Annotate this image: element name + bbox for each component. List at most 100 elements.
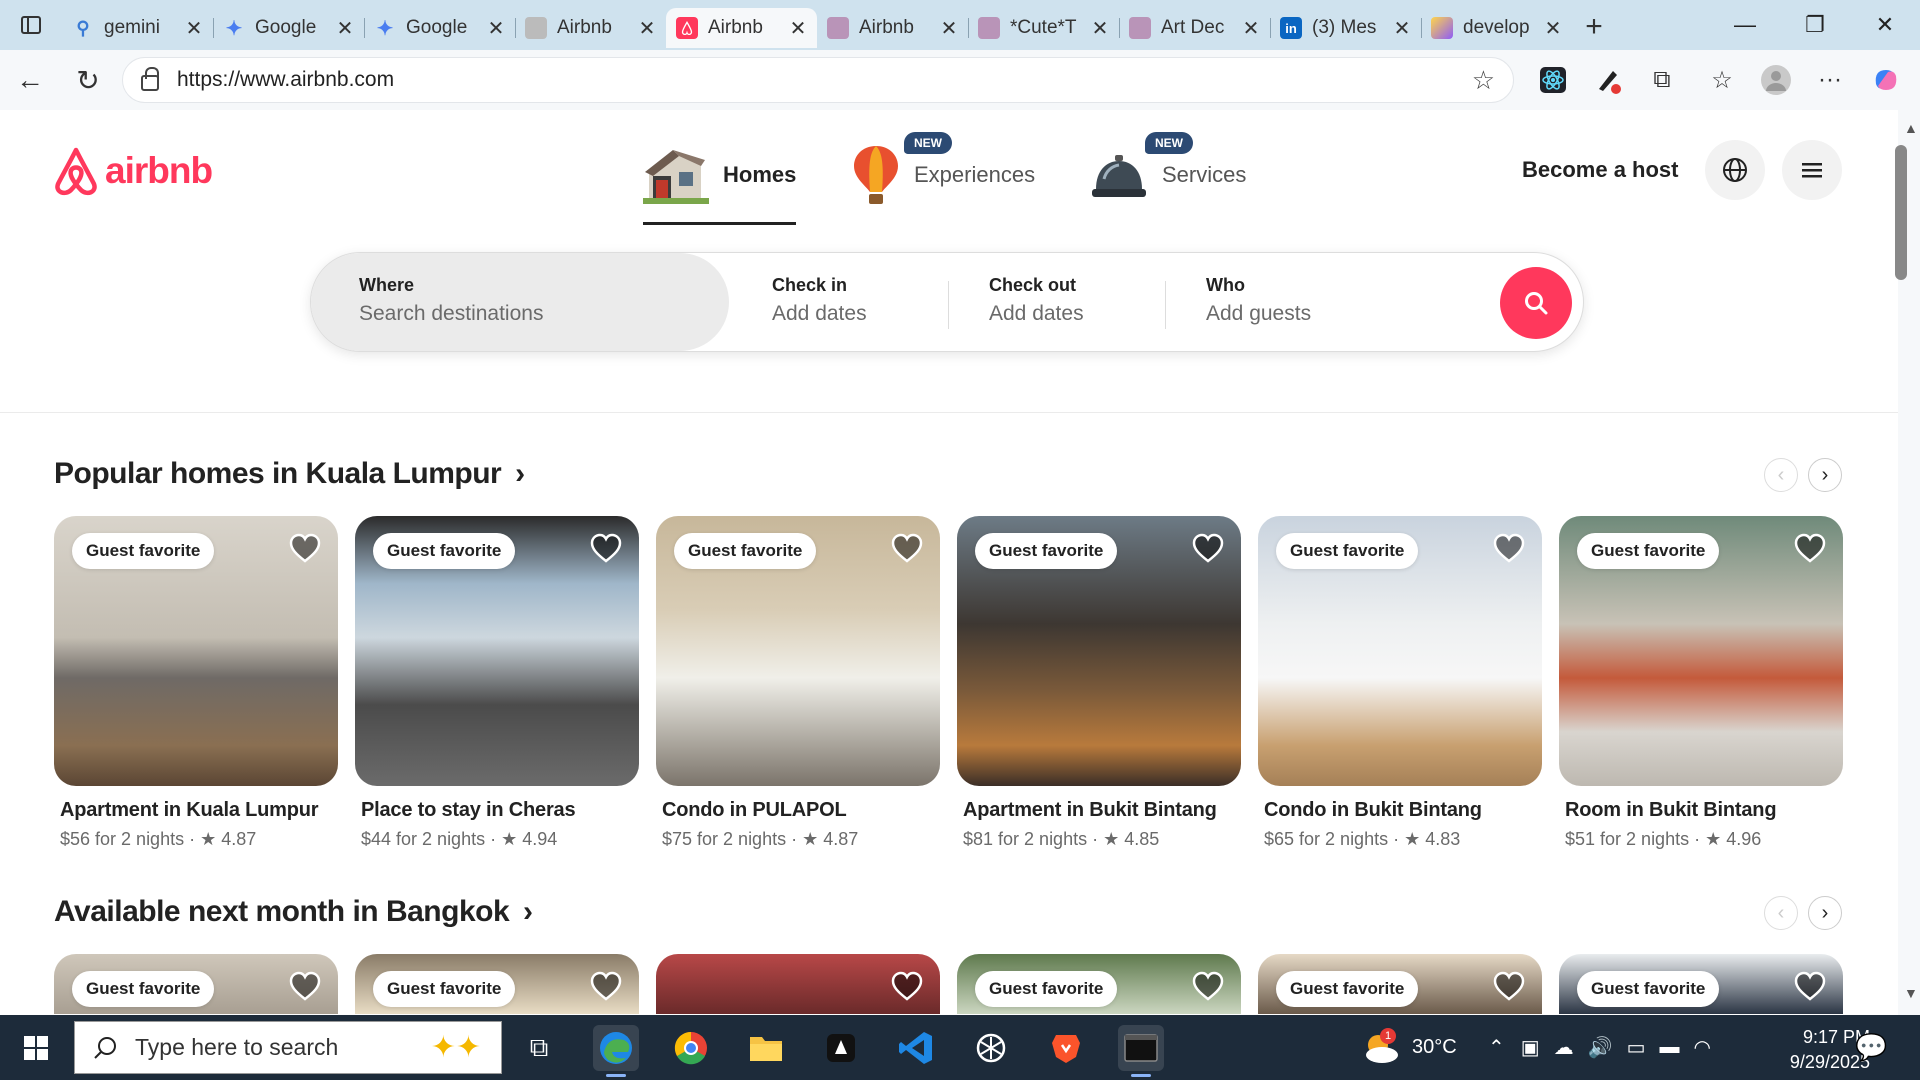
taskbar-app-black[interactable] <box>818 1025 864 1071</box>
tab-airbnb-2[interactable]: Airbnb ✕ <box>817 8 968 48</box>
taskbar-brave[interactable] <box>1043 1025 1089 1071</box>
listing-card[interactable] <box>656 954 940 1014</box>
tab-close-icon[interactable]: ✕ <box>789 16 807 41</box>
tab-close-icon[interactable]: ✕ <box>1091 16 1109 41</box>
heart-icon[interactable] <box>890 532 924 566</box>
listing-photo[interactable]: Guest favorite <box>1559 954 1843 1014</box>
category-homes[interactable]: Homes <box>643 140 797 225</box>
listing-photo[interactable]: Guest favorite <box>656 516 940 786</box>
listing-photo[interactable]: Guest favorite <box>957 516 1241 786</box>
carousel-next-button[interactable]: › <box>1808 896 1842 930</box>
listing-photo[interactable]: Guest favorite <box>957 954 1241 1014</box>
more-menu-icon[interactable]: ··· <box>1808 58 1852 102</box>
taskbar-chrome[interactable] <box>668 1025 714 1071</box>
tab-close-icon[interactable]: ✕ <box>1544 16 1562 41</box>
address-url[interactable]: https://www.airbnb.com <box>177 68 1472 92</box>
heart-icon[interactable] <box>1492 532 1526 566</box>
volume-icon[interactable]: 🔊 <box>1588 1035 1613 1060</box>
listing-card[interactable]: Guest favorite <box>957 954 1241 1014</box>
carousel-prev-button[interactable]: ‹ <box>1764 458 1798 492</box>
check-in-field[interactable]: Check in Add dates <box>772 275 867 326</box>
tab-airbnb-active[interactable]: Airbnb ✕ <box>666 8 817 48</box>
heart-icon[interactable] <box>288 532 322 566</box>
tab-close-icon[interactable]: ✕ <box>185 16 203 41</box>
heart-icon[interactable] <box>1492 970 1526 1004</box>
listing-card[interactable]: Guest favorite Apartment in Bukit Bintang… <box>957 516 1241 850</box>
listing-card[interactable]: Guest favorite <box>355 954 639 1014</box>
section-title-bangkok[interactable]: Available next month in Bangkok › <box>54 895 533 929</box>
tab-airbnb-cute[interactable]: *Cute*T ✕ <box>968 8 1119 48</box>
back-button[interactable]: ← <box>5 55 55 105</box>
favorites-icon[interactable]: ☆ <box>1700 58 1744 102</box>
listing-card[interactable]: Guest favorite <box>54 954 338 1014</box>
tab-close-icon[interactable]: ✕ <box>940 16 958 41</box>
listing-photo[interactable]: Guest favorite <box>355 954 639 1014</box>
listing-card[interactable]: Guest favorite <box>1559 954 1843 1014</box>
wifi-icon[interactable]: ◠ <box>1693 1035 1710 1060</box>
tab-close-icon[interactable]: ✕ <box>1242 16 1260 41</box>
extension-pen-icon[interactable] <box>1586 58 1630 102</box>
carousel-next-button[interactable]: › <box>1808 458 1842 492</box>
listing-photo[interactable]: Guest favorite <box>1258 954 1542 1014</box>
listing-card[interactable]: Guest favorite <box>1258 954 1542 1014</box>
become-a-host-link[interactable]: Become a host <box>1522 157 1679 183</box>
tab-google-gemini-1[interactable]: ✦ Google ✕ <box>213 8 364 48</box>
display-icon[interactable]: ▭ <box>1627 1035 1646 1060</box>
heart-icon[interactable] <box>589 532 623 566</box>
notifications-button[interactable]: 💬 <box>1855 1015 1887 1080</box>
restore-button[interactable]: ❐ <box>1780 0 1850 50</box>
listing-photo[interactable]: Guest favorite <box>54 516 338 786</box>
tab-develop[interactable]: develop ✕ <box>1421 8 1572 48</box>
tab-gemini-search[interactable]: ⚲ gemini ✕ <box>62 8 213 48</box>
tab-close-icon[interactable]: ✕ <box>487 16 505 41</box>
minimize-button[interactable]: — <box>1710 0 1780 50</box>
category-services[interactable]: NEW Services <box>1090 132 1246 210</box>
taskbar-edge[interactable] <box>593 1025 639 1077</box>
profile-avatar[interactable] <box>1754 58 1798 102</box>
tab-airbnb-artdeco[interactable]: Art Dec ✕ <box>1119 8 1270 48</box>
listing-photo[interactable] <box>656 954 940 1014</box>
start-button[interactable] <box>12 1028 60 1068</box>
extension-react-icon[interactable] <box>1531 58 1575 102</box>
taskbar-chatgpt[interactable] <box>968 1025 1014 1071</box>
scroll-up-icon[interactable]: ▲ <box>1904 120 1918 136</box>
chevron-up-icon[interactable]: ⌃ <box>1488 1035 1505 1060</box>
extensions-puzzle-icon[interactable]: ⧉ <box>1640 58 1684 102</box>
copilot-icon[interactable] <box>1864 58 1908 102</box>
tab-close-icon[interactable]: ✕ <box>1393 16 1411 41</box>
taskbar-clock[interactable]: 9:17 PM 9/29/2025 <box>1760 1025 1870 1075</box>
new-tab-button[interactable]: + <box>1572 7 1616 47</box>
where-input[interactable]: Search destinations <box>359 302 543 326</box>
tab-google-gemini-2[interactable]: ✦ Google ✕ <box>364 8 515 48</box>
tab-actions-button[interactable] <box>0 0 62 50</box>
heart-icon[interactable] <box>1191 970 1225 1004</box>
taskbar-file-explorer[interactable] <box>743 1025 789 1071</box>
battery-icon[interactable]: ▬ <box>1659 1036 1679 1059</box>
onedrive-cloud-icon[interactable]: ☁ <box>1554 1035 1574 1060</box>
listing-photo[interactable]: Guest favorite <box>355 516 639 786</box>
listing-photo[interactable]: Guest favorite <box>1559 516 1843 786</box>
scrollbar-thumb[interactable] <box>1895 145 1907 280</box>
listing-card[interactable]: Guest favorite Room in Bukit Bintang $51 f… <box>1559 516 1843 850</box>
main-menu-button[interactable] <box>1782 140 1842 200</box>
taskbar-vscode[interactable] <box>893 1025 939 1071</box>
heart-icon[interactable] <box>1191 532 1225 566</box>
heart-icon[interactable] <box>589 970 623 1004</box>
heart-icon[interactable] <box>1793 970 1827 1004</box>
search-where-field[interactable]: Where Search destinations <box>311 253 729 351</box>
close-window-button[interactable]: ✕ <box>1850 0 1920 50</box>
taskbar-terminal[interactable] <box>1118 1025 1164 1077</box>
heart-icon[interactable] <box>890 970 924 1004</box>
who-field[interactable]: Who Add guests <box>1206 275 1311 326</box>
listing-card[interactable]: Guest favorite Apartment in Kuala Lumpur $… <box>54 516 338 850</box>
listing-card[interactable]: Guest favorite Condo in Bukit Bintang $65 … <box>1258 516 1542 850</box>
scroll-down-icon[interactable]: ▼ <box>1904 985 1918 1001</box>
search-submit-button[interactable] <box>1500 267 1572 339</box>
task-view-button[interactable]: ⧉ <box>516 1025 562 1071</box>
tab-close-icon[interactable]: ✕ <box>638 16 656 41</box>
listing-photo[interactable]: Guest favorite <box>54 954 338 1014</box>
section-title-kuala-lumpur[interactable]: Popular homes in Kuala Lumpur › <box>54 457 525 491</box>
heart-icon[interactable] <box>288 970 322 1004</box>
refresh-button[interactable]: ↻ <box>63 55 113 105</box>
tab-close-icon[interactable]: ✕ <box>336 16 354 41</box>
